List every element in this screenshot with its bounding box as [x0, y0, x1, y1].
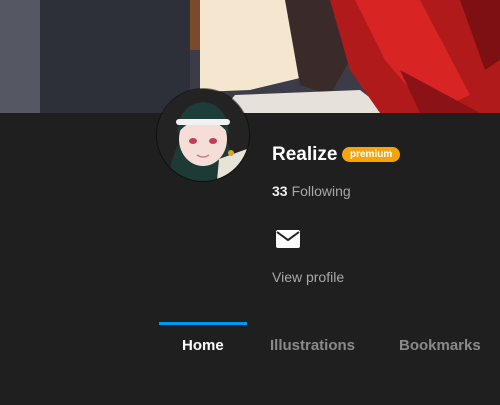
mail-icon[interactable]: [276, 230, 300, 248]
view-profile-link[interactable]: View profile: [272, 269, 344, 285]
tab-bookmarks[interactable]: Bookmarks: [399, 337, 481, 355]
tab-home[interactable]: Home: [182, 337, 224, 355]
following-count: 33: [272, 183, 288, 199]
following-label: Following: [291, 183, 351, 199]
following-link[interactable]: 33 Following: [272, 183, 351, 199]
active-tab-indicator: [159, 322, 247, 325]
premium-badge: premium: [342, 147, 401, 162]
profile-tabs: Home Illustrations Bookmarks: [0, 322, 500, 362]
tab-illustrations[interactable]: Illustrations: [270, 337, 355, 355]
profile-name: Realize: [272, 144, 338, 165]
avatar[interactable]: [157, 89, 249, 181]
profile-cover-image: [0, 0, 500, 113]
